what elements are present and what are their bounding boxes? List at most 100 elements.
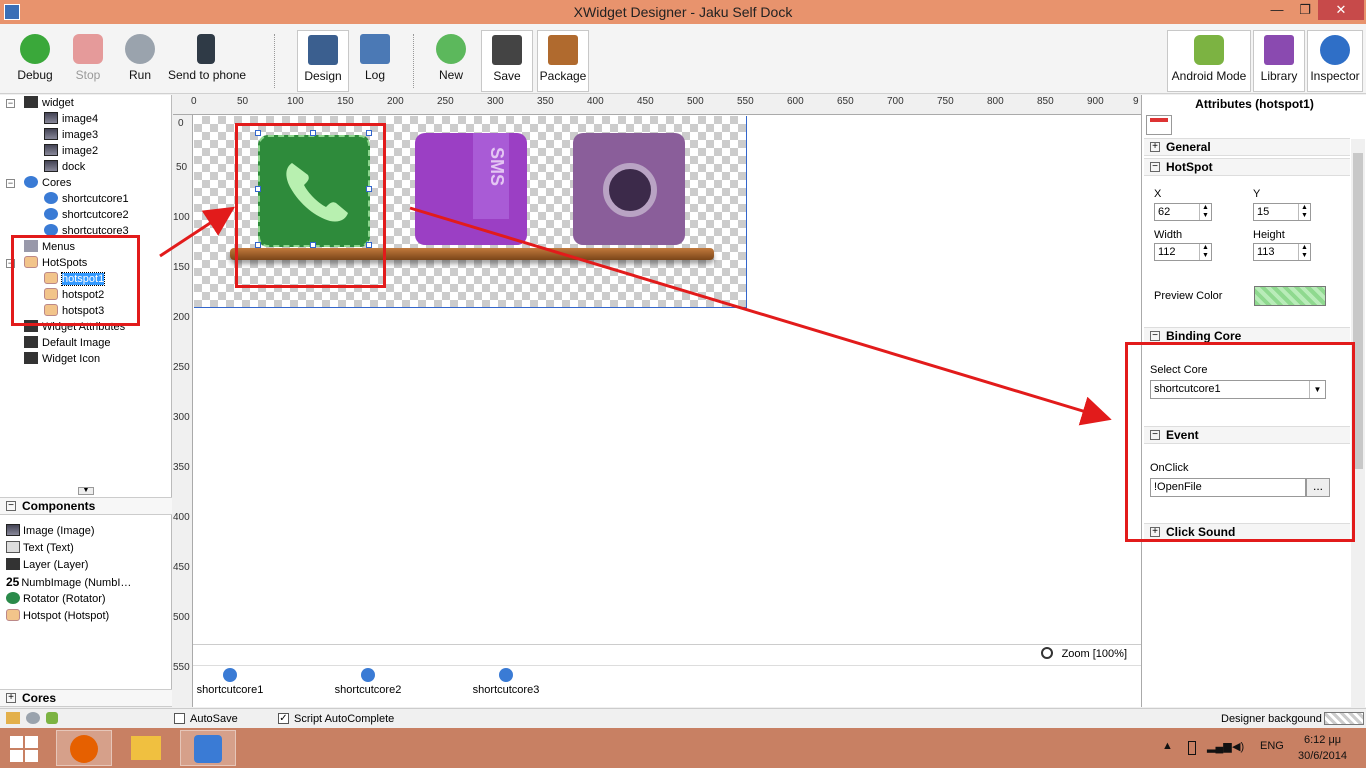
camera-app-tile[interactable] [573,133,685,245]
tree-node-core[interactable]: shortcutcore2 [44,207,129,223]
core-chip[interactable]: shortcutcore1 [195,668,265,696]
lens-icon [603,163,657,217]
designer-background-swatch[interactable] [1324,712,1364,725]
zoom-level[interactable]: Zoom [100%] [1062,648,1127,660]
splitter-toggle[interactable]: ▼ [78,487,94,495]
xwidget-icon [194,735,222,763]
x-field[interactable]: 62 ▲ ▼ [1154,203,1212,221]
title-bar: XWidget Designer - Jaku Self Dock — ❐ ✕ [0,0,1366,24]
tree-node-widget[interactable]: widget [24,95,74,111]
log-button[interactable]: Log [353,30,397,92]
y-field[interactable]: 15 ▲ ▼ [1253,203,1311,221]
send-to-phone-button[interactable]: Send to phone [168,30,246,92]
log-icon [360,34,390,64]
preview-color-swatch[interactable] [1254,286,1326,306]
component-numbimage[interactable]: 25 NumbImage (NumbI… [6,574,131,590]
layer-icon [6,558,20,570]
tree-node-image[interactable]: image4 [44,111,98,127]
folder-icon[interactable] [6,712,20,724]
component-rotator[interactable]: Rotator (Rotator) [6,591,106,607]
hand-icon [6,609,20,621]
tree-node-image[interactable]: image3 [44,127,98,143]
stop-icon [73,34,103,64]
attributes-title: Attributes (hotspot1) [1195,97,1314,111]
close-button[interactable]: ✕ [1318,0,1364,20]
floppy-icon [492,35,522,65]
plus-icon [436,34,466,64]
clock-time[interactable]: 6:12 μμ [1304,734,1341,746]
component-text[interactable]: Text (Text) [6,540,74,556]
cores-header[interactable]: + Cores [0,689,172,707]
core-chip[interactable]: shortcutcore2 [333,668,403,696]
library-button[interactable]: Library [1253,30,1305,92]
folder-icon [131,736,161,760]
width-field[interactable]: 112 ▲ ▼ [1154,243,1212,261]
firefox-icon [70,735,98,763]
toolbar-separator [274,34,275,88]
zoom-bar: Zoom [100%] [193,644,1141,664]
android-mode-button[interactable]: Android Mode [1167,30,1251,92]
run-button[interactable]: Run [120,30,160,92]
taskbar-firefox[interactable] [56,730,112,766]
script-autocomplete-checkbox[interactable]: ✓ [278,713,289,724]
speaker-icon[interactable]: ◀) [1232,740,1244,753]
tree-node-core[interactable]: shortcutcore1 [44,191,129,207]
maximize-button[interactable]: ❐ [1290,0,1320,20]
tree-node-image[interactable]: dock [44,159,85,175]
monitor-icon [24,336,38,348]
play-icon [20,34,50,64]
design-button[interactable]: Design [297,30,349,92]
design-icon [308,35,338,65]
vertical-ruler: 0 50 100 150 200 250 300 350 400 450 500… [173,115,193,707]
core-tray: shortcutcore1 shortcutcore2 shortcutcore… [193,665,1141,707]
core-chip[interactable]: shortcutcore3 [471,668,541,696]
monitor-icon [24,352,38,364]
component-layer[interactable]: Layer (Layer) [6,557,88,573]
minimize-button[interactable]: — [1262,0,1292,20]
battery-icon[interactable] [1188,741,1196,755]
image-icon [44,160,58,172]
stop-button[interactable]: Stop [68,30,108,92]
package-button[interactable]: Package [537,30,589,92]
debug-button[interactable]: Debug [14,30,56,92]
gear-icon[interactable] [26,712,40,724]
inspector-button[interactable]: Inspector [1307,30,1363,92]
taskbar-xwidget[interactable] [180,730,236,766]
signal-icon[interactable]: ▂▄▆ [1207,740,1232,753]
component-hotspot[interactable]: Hotspot (Hotspot) [6,608,109,624]
tree-node-cores[interactable]: Cores [24,175,71,191]
android-icon[interactable] [46,712,58,724]
windows-start-icon[interactable] [10,736,38,762]
new-button[interactable]: New [428,30,474,92]
sms-app-tile[interactable]: SMS [415,133,527,245]
magnifier-icon[interactable] [1041,647,1053,659]
gear-icon [125,34,155,64]
books-icon [1264,35,1294,65]
tree-node-image[interactable]: image2 [44,143,98,159]
expand-widget-toggle[interactable]: − [6,99,15,108]
components-header[interactable]: − Components [0,497,172,515]
calendar-icon[interactable] [1146,115,1172,135]
toolbar-separator [413,34,414,88]
annotation-box-tree [11,235,140,326]
tray-chevron-icon[interactable]: ▲ [1162,740,1173,752]
clock-date[interactable]: 30/6/2014 [1298,750,1347,762]
annotation-box-attributes [1125,342,1355,542]
info-icon [1320,35,1350,65]
autosave-checkbox[interactable] [174,713,185,724]
window-title: XWidget Designer - Jaku Self Dock [573,4,793,20]
section-hotspot[interactable]: − HotSpot [1144,158,1350,176]
height-field[interactable]: 113 ▲ ▼ [1253,243,1311,261]
tree-node-widget-icon[interactable]: Widget Icon [24,351,100,367]
save-button[interactable]: Save [481,30,533,92]
taskbar-explorer[interactable] [118,730,174,766]
core-icon [499,668,513,682]
tree-node-default-image[interactable]: Default Image [24,335,110,351]
component-image[interactable]: Image (Image) [6,523,95,539]
phone-icon [197,34,215,64]
project-tree-panel: − widget image4 image3 image2 dock − Cor… [0,95,172,707]
core-icon [44,208,58,220]
expand-cores-toggle[interactable]: − [6,179,15,188]
section-general[interactable]: + General [1144,138,1350,156]
language-indicator[interactable]: ENG [1260,740,1284,752]
